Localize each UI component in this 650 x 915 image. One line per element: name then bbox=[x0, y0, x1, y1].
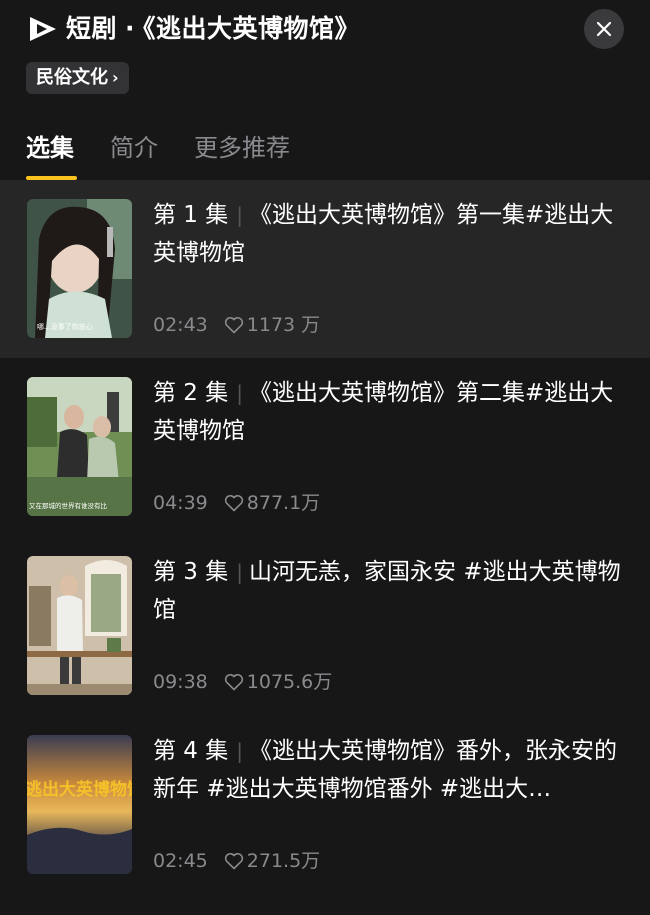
title-divider: | bbox=[236, 739, 244, 763]
episode-duration: 04:39 bbox=[153, 492, 208, 514]
episode-thumbnail bbox=[27, 556, 132, 695]
episode-title: 第 3 集 | 山河无恙，家国永安 #逃出大英博物馆 bbox=[153, 553, 628, 629]
episode-panel: 短剧 · 《逃出大英博物馆》 民俗文化 › 选集 简介 更多推荐 哪...没事了你放… bbox=[0, 0, 650, 915]
tab-episodes[interactable]: 选集 bbox=[26, 130, 74, 166]
episode-thumbnail: 哪...没事了你放心 bbox=[27, 199, 132, 338]
panel-header: 短剧 · 《逃出大英博物馆》 民俗文化 › 选集 简介 更多推荐 bbox=[0, 0, 650, 180]
title-divider: | bbox=[236, 560, 244, 584]
category-tag-label: 民俗文化 bbox=[36, 67, 108, 88]
episode-duration: 02:43 bbox=[153, 314, 208, 336]
page-title: 短剧 · 《逃出大英博物馆》 bbox=[66, 10, 360, 48]
episode-duration: 09:38 bbox=[153, 671, 208, 693]
close-button[interactable] bbox=[584, 9, 624, 49]
thumbnail-caption: 逃出大英博物馆 bbox=[27, 779, 132, 800]
episode-item[interactable]: 逃出大英博物馆 第 4 集|《逃出大英博物馆》番外，张永安的新年 #逃出大英博物… bbox=[0, 716, 650, 894]
likes-count: 877.1万 bbox=[246, 492, 321, 514]
heart-icon bbox=[224, 673, 243, 691]
heart-icon bbox=[224, 852, 243, 870]
episode-likes: 1173 万 bbox=[224, 310, 320, 340]
heart-icon bbox=[224, 316, 243, 334]
episode-likes: 1075.6万 bbox=[224, 667, 332, 697]
episode-meta: 04:39 877.1万 bbox=[153, 488, 320, 518]
episode-duration: 02:45 bbox=[153, 850, 208, 872]
likes-count: 1075.6万 bbox=[246, 671, 333, 693]
tab-more-recommendations[interactable]: 更多推荐 bbox=[194, 130, 290, 166]
likes-count: 271.5万 bbox=[246, 850, 321, 872]
episode-number: 第 1 集 bbox=[153, 202, 229, 228]
play-logo-icon bbox=[30, 17, 56, 41]
episode-thumbnail: 又在那城的世界有谁没有比 bbox=[27, 377, 132, 516]
episode-title: 第 4 集 | 《逃出大英博物馆》番外，张永安的新年 #逃出大英博物馆番外 #逃出大… bbox=[153, 732, 628, 808]
drama-title: 《逃出大英博物馆》 bbox=[143, 14, 361, 43]
episode-number: 第 3 集 bbox=[153, 559, 229, 585]
episode-number: 第 4 集 bbox=[153, 738, 229, 764]
heart-icon bbox=[224, 494, 243, 512]
episode-meta: 09:38 1075.6万 bbox=[153, 667, 332, 697]
episode-number: 第 2 集 bbox=[153, 380, 229, 406]
title-separator: · bbox=[125, 14, 136, 43]
close-icon bbox=[596, 21, 612, 37]
tab-intro[interactable]: 简介 bbox=[110, 130, 158, 166]
likes-count: 1173 万 bbox=[246, 314, 321, 336]
episode-title: 第 1 集 | 《逃出大英博物馆》第一集#逃出大英博物馆 bbox=[153, 196, 628, 272]
episode-thumbnail: 逃出大英博物馆 bbox=[27, 735, 132, 874]
episode-meta: 02:43 1173 万 bbox=[153, 310, 320, 340]
title-divider: | bbox=[236, 203, 244, 227]
episode-item[interactable]: 第 3 集 | 山河无恙，家国永安 #逃出大英博物馆 09:38 1075.6万 bbox=[0, 537, 650, 715]
chevron-right-icon: › bbox=[112, 68, 119, 87]
category-tag[interactable]: 民俗文化 › bbox=[26, 62, 129, 94]
thumbnail-caption: 哪...没事了你放心 bbox=[37, 322, 93, 331]
episode-item[interactable]: 又在那城的世界有谁没有比 第 2 集 | 《逃出大英博物馆》第二集#逃出大英博物馆 … bbox=[0, 358, 650, 536]
episode-likes: 271.5万 bbox=[224, 846, 320, 876]
app-name: 短剧 bbox=[66, 14, 118, 43]
episode-title: 第 2 集 | 《逃出大英博物馆》第二集#逃出大英博物馆 bbox=[153, 374, 628, 450]
episode-meta: 02:45 271.5万 bbox=[153, 846, 320, 876]
title-divider: | bbox=[236, 381, 244, 405]
thumbnail-caption: 又在那城的世界有谁没有比 bbox=[29, 501, 108, 510]
episode-likes: 877.1万 bbox=[224, 488, 320, 518]
episode-item[interactable]: 哪...没事了你放心 第 1 集 | 《逃出大英博物馆》第一集#逃出大英博物馆 02… bbox=[0, 180, 650, 358]
